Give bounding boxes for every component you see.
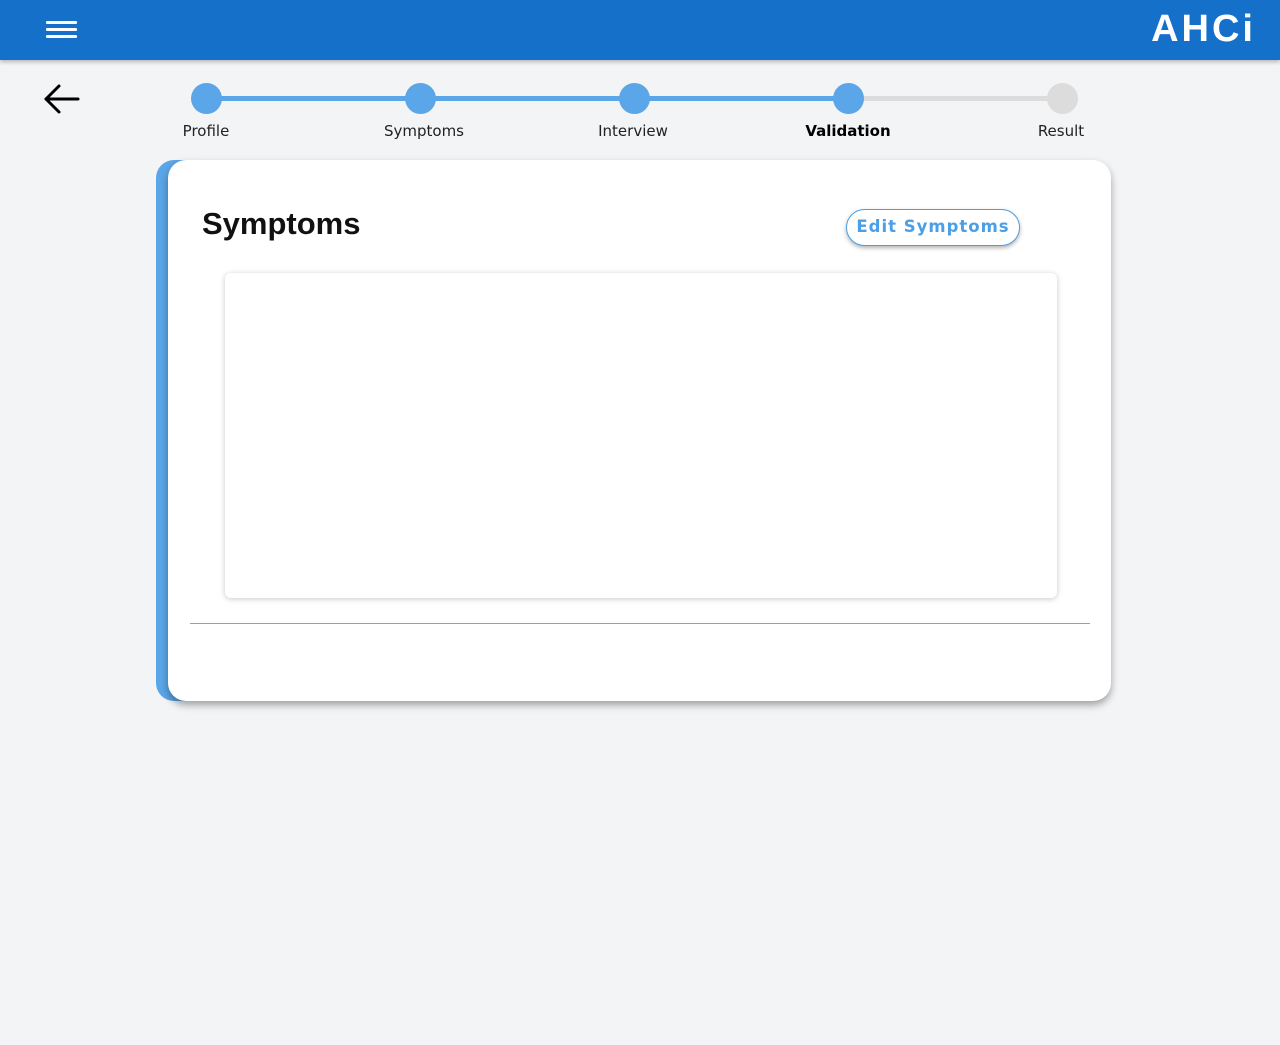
- divider: [190, 623, 1090, 624]
- step-label-result: Result: [1037, 122, 1085, 140]
- hamburger-menu-icon[interactable]: [44, 18, 80, 42]
- menu-line: [46, 28, 77, 31]
- brand-logo: AHCi: [1151, 8, 1256, 50]
- step-connector-1: [206, 96, 420, 101]
- step-dot-interview[interactable]: [619, 83, 650, 114]
- edit-symptoms-button[interactable]: Edit Symptoms: [846, 209, 1020, 246]
- menu-line: [46, 35, 77, 38]
- symptom-list: [225, 273, 1057, 598]
- menu-line: [46, 21, 77, 24]
- step-dot-result[interactable]: [1047, 83, 1078, 114]
- step-label-interview: Interview: [598, 122, 668, 140]
- step-label-symptoms: Symptoms: [383, 122, 465, 140]
- step-dot-profile[interactable]: [191, 83, 222, 114]
- step-label-validation: Validation: [805, 122, 891, 140]
- step-connector-3: [634, 96, 848, 101]
- step-dot-validation[interactable]: [833, 83, 864, 114]
- step-dot-symptoms[interactable]: [405, 83, 436, 114]
- step-connector-4: [848, 96, 1062, 101]
- card-title: Symptoms: [202, 206, 361, 241]
- top-app-bar: AHCi: [0, 0, 1280, 60]
- progress-stepper: Profile Symptoms Interview Validation Re…: [0, 80, 1280, 150]
- symptoms-card: Symptoms Edit Symptoms: [168, 160, 1111, 701]
- step-connector-2: [420, 96, 634, 101]
- step-label-profile: Profile: [182, 122, 230, 140]
